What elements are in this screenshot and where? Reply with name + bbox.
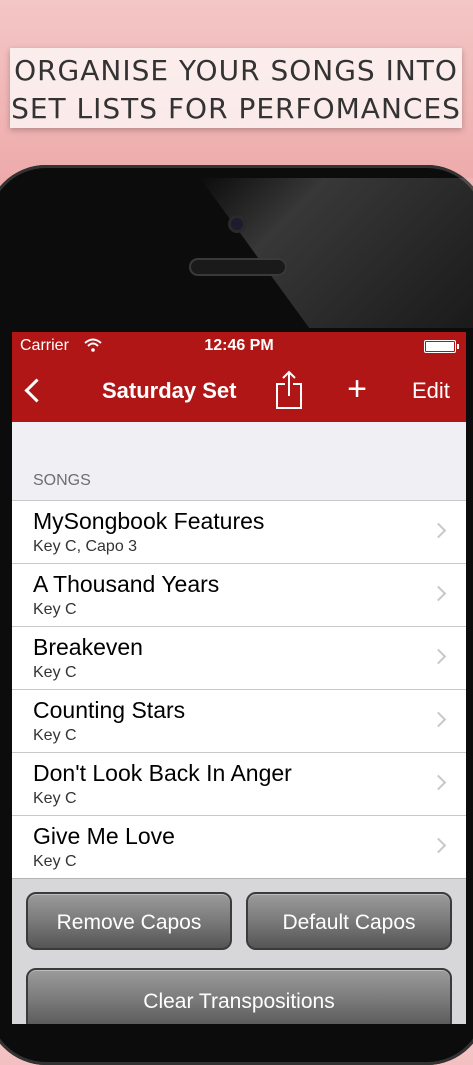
chevron-right-icon bbox=[430, 837, 447, 854]
song-title: Counting Stars bbox=[33, 697, 186, 723]
section-header: SONGS bbox=[12, 472, 466, 500]
song-title: Breakeven bbox=[33, 634, 143, 660]
list-item[interactable]: Give Me Love Key C bbox=[12, 816, 466, 878]
earpiece-speaker bbox=[189, 258, 287, 276]
front-camera bbox=[228, 215, 246, 233]
share-icon[interactable] bbox=[274, 370, 304, 410]
default-capos-button[interactable]: Default Capos bbox=[246, 892, 452, 950]
list-item[interactable]: Counting Stars Key C bbox=[12, 690, 466, 753]
song-title: A Thousand Years bbox=[33, 571, 220, 597]
remove-capos-button[interactable]: Remove Capos bbox=[26, 892, 232, 950]
section-spacer bbox=[12, 422, 466, 472]
song-title: Give Me Love bbox=[33, 823, 175, 849]
chevron-left-icon bbox=[24, 378, 49, 403]
app-screen: Carrier 12:46 PM Saturday Set + Edit SON… bbox=[12, 332, 466, 1024]
song-key: Key C, Capo 3 bbox=[33, 538, 138, 555]
chevron-right-icon bbox=[430, 774, 447, 791]
add-button[interactable]: + bbox=[342, 372, 372, 406]
song-title: Don't Look Back In Anger bbox=[33, 760, 292, 786]
status-bar: Carrier 12:46 PM bbox=[12, 332, 466, 360]
clear-transpositions-button[interactable]: Clear Transpositions bbox=[26, 968, 452, 1024]
songs-list: MySongbook Features Key C, Capo 3 A Thou… bbox=[12, 500, 466, 878]
list-item[interactable]: MySongbook Features Key C, Capo 3 bbox=[12, 501, 466, 564]
list-item[interactable]: Breakeven Key C bbox=[12, 627, 466, 690]
song-key: Key C bbox=[33, 601, 77, 618]
song-key: Key C bbox=[33, 853, 77, 870]
list-item[interactable]: A Thousand Years Key C bbox=[12, 564, 466, 627]
back-button[interactable] bbox=[22, 374, 52, 408]
navigation-bar: Saturday Set + Edit bbox=[12, 360, 466, 422]
chevron-right-icon bbox=[430, 522, 447, 539]
banner-line-1: ORGANISE YOUR SONGS INTO bbox=[14, 54, 458, 87]
song-title: MySongbook Features bbox=[33, 508, 265, 534]
battery-icon bbox=[424, 340, 459, 353]
edit-button[interactable]: Edit bbox=[412, 378, 450, 404]
status-time: 12:46 PM bbox=[204, 337, 274, 354]
list-item[interactable]: Don't Look Back In Anger Key C bbox=[12, 753, 466, 816]
song-key: Key C bbox=[33, 790, 77, 807]
chevron-right-icon bbox=[430, 648, 447, 665]
nav-title: Saturday Set bbox=[102, 378, 237, 403]
song-key: Key C bbox=[33, 727, 77, 744]
chevron-right-icon bbox=[430, 711, 447, 728]
banner-line-2: SET LISTS FOR PERFOMANCES bbox=[11, 92, 461, 125]
chevron-right-icon bbox=[430, 585, 447, 602]
action-panel: Remove Capos Default Capos Clear Transpo… bbox=[12, 878, 466, 1024]
song-key: Key C bbox=[33, 664, 77, 681]
promo-banner: ORGANISE YOUR SONGS INTO SET LISTS FOR P… bbox=[10, 48, 462, 128]
